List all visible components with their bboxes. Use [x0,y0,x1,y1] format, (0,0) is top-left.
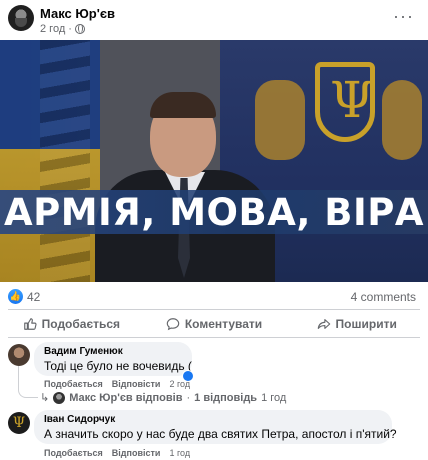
comment-like-link[interactable]: Подобається [44,379,103,389]
comment-actions: Подобається Відповісти 1 год [44,448,190,458]
commenter-avatar[interactable]: Ψ [8,412,30,434]
post-time[interactable]: 2 год [40,23,65,35]
comment-like-link[interactable]: Подобається [44,448,103,458]
comment-bubble: Вадим Гуменюк Тоді це було не вочевидь ( [34,342,192,376]
comment-bubble: Іван Сидорчук А значить скоро у нас буде… [34,410,397,444]
coat-of-arms [315,62,375,142]
globe-icon [74,24,85,34]
comment-button[interactable]: Коментувати [143,313,286,335]
share-icon [317,319,330,329]
reply-arrow-icon: ↳ [40,392,50,404]
thumbs-up-icon [23,318,37,330]
like-reaction-icon[interactable]: 👍 [8,289,23,304]
banner-text: АРМІЯ, МОВА, ВІРА [3,190,425,234]
author-avatar[interactable] [8,5,34,31]
comment-time[interactable]: 2 год [169,379,190,389]
like-label: Подобається [41,317,121,331]
comment-label: Коментувати [184,317,263,331]
more-options-icon[interactable]: ··· [393,6,414,27]
flag-decoration [0,40,100,282]
reply-author-avatar [53,391,66,404]
commenter-name[interactable]: Вадим Гуменюк [44,346,182,358]
commenter-name[interactable]: Іван Сидорчук [44,414,382,426]
comment-text: А значить скоро у нас буде два святих Пе… [44,427,397,441]
reply-count: 1 відповідь [194,391,258,404]
post-meta: 2 год · [40,23,85,35]
view-replies-link[interactable]: ↳ Макс Юр'єв відповів · 1 відповідь 1 го… [40,391,286,404]
divider [8,309,420,310]
author-name[interactable]: Макс Юр'єв [40,6,115,21]
comment-text: Тоді це було не вочевидь ( [44,359,192,373]
post-image[interactable]: АРМІЯ, МОВА, ВІРА [0,40,428,282]
trident-icon: Ψ [12,415,26,431]
comment-time[interactable]: 1 год [169,448,190,458]
comment-count[interactable]: 4 comments [351,290,416,304]
comment-reply-link[interactable]: Відповісти [112,448,161,458]
post-header: Макс Юр'єв 2 год · ··· [0,0,428,40]
image-banner: АРМІЯ, МОВА, ВІРА [0,190,428,234]
comment-actions: Подобається Відповісти 2 год [44,379,190,389]
post-actions: Подобається Коментувати Поширити [0,313,428,335]
reply-author-text: Макс Юр'єв відповів [69,391,183,404]
reply-time: 1 год [261,391,287,404]
like-count[interactable]: 42 [27,290,40,304]
commenter-avatar[interactable] [8,344,30,366]
like-button[interactable]: Подобається [0,313,143,335]
reaction-stats: 👍 42 4 comments [0,287,428,307]
comment-reply-link[interactable]: Відповісти [112,379,161,389]
comment-icon [166,318,180,331]
divider [8,337,420,338]
share-button[interactable]: Поширити [285,313,428,335]
share-label: Поширити [335,317,397,331]
thread-line [18,366,38,398]
